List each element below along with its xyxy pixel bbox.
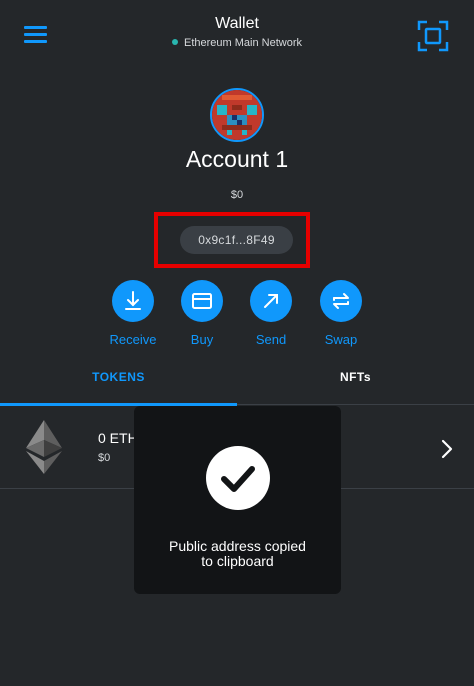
arrow-up-right-icon bbox=[250, 280, 292, 322]
send-button[interactable]: Send bbox=[241, 280, 301, 347]
toast-message-line1: Public address copied bbox=[169, 538, 306, 554]
toast-message-line2: to clipboard bbox=[201, 553, 274, 569]
receive-button[interactable]: Receive bbox=[103, 280, 163, 347]
top-bar: Wallet Ethereum Main Network bbox=[0, 0, 474, 72]
copied-toast: Public address copied to clipboard bbox=[134, 406, 341, 594]
swap-button[interactable]: Swap bbox=[311, 280, 371, 347]
account-address-button[interactable]: 0x9c1f...8F49 bbox=[180, 226, 293, 254]
network-label: Ethereum Main Network bbox=[184, 37, 302, 49]
tab-tokens[interactable]: TOKENS bbox=[0, 365, 237, 405]
token-fiat-value: $0 bbox=[98, 452, 111, 464]
token-amount: 0 ETH bbox=[98, 430, 138, 446]
buy-button[interactable]: Buy bbox=[172, 280, 232, 347]
chevron-right-icon[interactable] bbox=[440, 438, 454, 465]
network-status-dot bbox=[172, 39, 178, 46]
account-balance: $0 bbox=[230, 189, 244, 201]
toast-message: Public address copied to clipboard bbox=[134, 539, 341, 569]
page-title: Wallet bbox=[215, 15, 259, 32]
account-avatar[interactable] bbox=[210, 88, 264, 142]
card-icon bbox=[181, 280, 223, 322]
account-name[interactable]: Account 1 bbox=[0, 146, 474, 173]
qr-scan-icon[interactable] bbox=[417, 20, 449, 52]
swap-arrows-icon bbox=[320, 280, 362, 322]
tab-nfts[interactable]: NFTs bbox=[237, 365, 474, 405]
network-selector[interactable]: Ethereum Main Network bbox=[0, 37, 474, 49]
buy-label: Buy bbox=[190, 332, 214, 347]
swap-label: Swap bbox=[324, 332, 358, 347]
receive-label: Receive bbox=[109, 332, 157, 347]
checkmark-icon bbox=[206, 446, 270, 515]
ethereum-icon bbox=[26, 420, 62, 479]
send-label: Send bbox=[255, 332, 287, 347]
download-icon bbox=[112, 280, 154, 322]
